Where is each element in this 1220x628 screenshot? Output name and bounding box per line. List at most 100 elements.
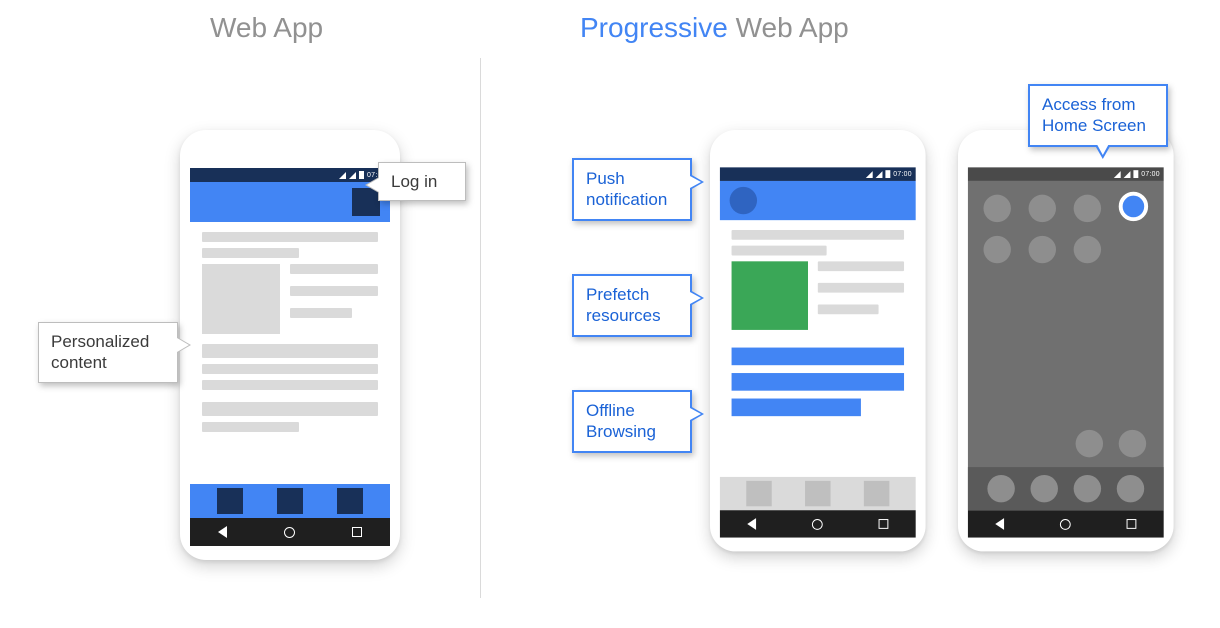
nav-item[interactable]: [805, 481, 830, 506]
status-bar: 07:00: [190, 168, 390, 182]
text-placeholder: [202, 232, 378, 242]
callout-offline-label: Offline Browsing: [586, 401, 656, 441]
signal-icon: [866, 171, 873, 178]
offline-content-bar: [732, 348, 904, 366]
callout-login: Log in: [378, 162, 466, 201]
back-icon[interactable]: [996, 518, 1005, 530]
text-placeholder: [202, 364, 378, 374]
text-placeholder: [202, 344, 378, 358]
text-placeholder: [732, 230, 904, 240]
title-pwa: Progressive Web App: [580, 12, 849, 44]
dock-icon[interactable]: [1074, 475, 1101, 502]
app-bar: [190, 182, 390, 222]
nav-item[interactable]: [217, 488, 243, 514]
bottom-nav: [720, 477, 916, 510]
nav-item[interactable]: [337, 488, 363, 514]
battery-icon: [885, 170, 890, 178]
text-placeholder: [732, 246, 827, 256]
callout-push: Push notification: [572, 158, 692, 221]
text-placeholder: [818, 304, 878, 314]
phone-pwa-home: 07:00: [958, 130, 1174, 551]
callout-prefetch-label: Prefetch resources: [586, 285, 661, 325]
callout-homescreen-label: Access from Home Screen: [1042, 95, 1146, 135]
text-placeholder: [202, 248, 299, 258]
wifi-icon: [1124, 171, 1131, 178]
text-placeholder: [202, 402, 378, 416]
home-icon[interactable]: [1060, 519, 1071, 530]
callout-tail-icon: [177, 337, 191, 353]
app-icon[interactable]: [983, 236, 1010, 263]
app-icon[interactable]: [1029, 195, 1056, 222]
title-web-app: Web App: [210, 12, 323, 44]
dock-icon[interactable]: [1117, 475, 1144, 502]
battery-icon: [1133, 170, 1138, 178]
status-bar: 07:00: [720, 167, 916, 181]
status-bar: 07:00: [968, 167, 1164, 181]
text-placeholder: [290, 264, 378, 274]
app-icon[interactable]: [1029, 236, 1056, 263]
nav-item[interactable]: [746, 481, 771, 506]
text-placeholder: [202, 422, 299, 432]
text-placeholder: [290, 308, 352, 318]
android-nav-bar: [968, 510, 1164, 537]
recent-icon[interactable]: [878, 519, 888, 529]
app-icon[interactable]: [1074, 195, 1101, 222]
callout-login-label: Log in: [391, 172, 437, 191]
wifi-icon: [349, 172, 356, 179]
callout-tail-icon: [690, 290, 704, 306]
app-bar: [720, 181, 916, 220]
phone-pwa-app: 07:00: [710, 130, 926, 551]
dock-icon[interactable]: [1031, 475, 1058, 502]
clock-text: 07:00: [1141, 171, 1160, 178]
title-pwa-accent: Progressive: [580, 12, 728, 43]
text-placeholder: [202, 380, 378, 390]
signal-icon: [339, 172, 346, 179]
battery-icon: [359, 171, 364, 179]
callout-tail-icon: [690, 406, 704, 422]
callout-personalized: Personalized content: [38, 322, 178, 383]
dock-icon[interactable]: [987, 475, 1014, 502]
nav-item[interactable]: [277, 488, 303, 514]
callout-offline: Offline Browsing: [572, 390, 692, 453]
back-icon[interactable]: [218, 526, 227, 538]
home-icon[interactable]: [812, 519, 823, 530]
recent-icon[interactable]: [352, 527, 362, 537]
offline-content-bar: [732, 373, 904, 391]
pwa-home-icon[interactable]: [1119, 192, 1148, 221]
android-nav-bar: [190, 518, 390, 546]
callout-tail-icon: [1095, 145, 1111, 159]
content-area: [190, 222, 390, 484]
signal-icon: [1114, 171, 1121, 178]
text-placeholder: [290, 286, 378, 296]
android-nav-bar: [720, 510, 916, 537]
app-icon[interactable]: [1074, 236, 1101, 263]
bottom-nav: [190, 484, 390, 518]
offline-content-bar: [732, 399, 861, 417]
push-notification-indicator[interactable]: [730, 187, 757, 214]
callout-tail-icon: [690, 174, 704, 190]
app-icon[interactable]: [1119, 430, 1146, 457]
clock-text: 07:00: [893, 171, 912, 178]
content-area: [720, 220, 916, 477]
app-icon[interactable]: [983, 195, 1010, 222]
prefetched-image-placeholder: [732, 261, 808, 330]
home-dock: [968, 467, 1164, 510]
home-icon[interactable]: [284, 527, 295, 538]
callout-homescreen: Access from Home Screen: [1028, 84, 1168, 147]
wifi-icon: [876, 171, 883, 178]
title-pwa-rest: Web App: [728, 12, 849, 43]
text-placeholder: [818, 283, 904, 293]
callout-prefetch: Prefetch resources: [572, 274, 692, 337]
nav-item[interactable]: [864, 481, 889, 506]
app-icon[interactable]: [1076, 430, 1103, 457]
recent-icon[interactable]: [1126, 519, 1136, 529]
phone-webapp: 07:00: [180, 130, 400, 560]
image-placeholder: [202, 264, 280, 334]
callout-personalized-label: Personalized content: [51, 332, 149, 372]
callout-tail-icon: [365, 177, 379, 193]
home-screen: [968, 181, 1164, 510]
callout-push-label: Push notification: [586, 169, 667, 209]
text-placeholder: [818, 261, 904, 271]
vertical-divider: [480, 58, 481, 598]
back-icon[interactable]: [748, 518, 757, 530]
